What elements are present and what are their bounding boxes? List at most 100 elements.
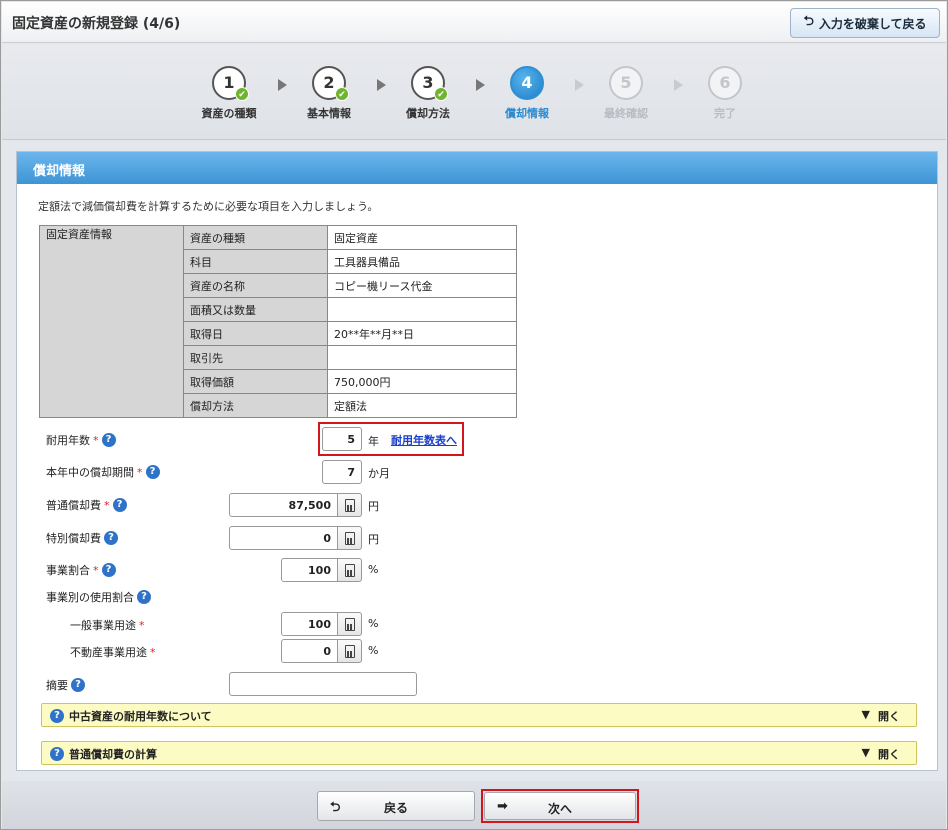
row-key: 取得日 (183, 321, 328, 346)
memo-input[interactable] (229, 672, 417, 696)
realestate-business-input[interactable] (281, 639, 338, 663)
special-depreciation-label: 特別償却費 ? (46, 530, 118, 546)
accordion-used-asset-life[interactable]: ? 中古資産の耐用年数について ▼ 開く (41, 703, 917, 727)
general-business-label: 一般事業用途 * (70, 618, 145, 633)
accordion-open-toggle[interactable]: ▼ 開く (862, 708, 900, 724)
calculator-icon (344, 644, 355, 658)
required-mark: * (93, 563, 99, 577)
step-number: 1 ✔ (212, 66, 249, 101)
row-value (327, 297, 517, 322)
row-value: コピー機リース代金 (327, 273, 517, 298)
useful-life-table-link[interactable]: 耐用年数表へ (391, 432, 457, 448)
memo-label: 摘要 ? (46, 677, 85, 693)
triangle-down-icon: ▼ (861, 746, 870, 759)
depreciation-panel: 償却情報 定額法で減価償却費を計算するために必要な項目を入力しましょう。 固定資… (16, 151, 938, 771)
step-6: 6 完了 (680, 66, 770, 121)
panel-title: 償却情報 (17, 152, 937, 184)
intro-text: 定額法で減価償却費を計算するために必要な項目を入力しましょう。 (38, 200, 379, 213)
normal-depreciation-unit: 円 (368, 500, 379, 513)
months-label: 本年中の償却期間 * ? (46, 464, 160, 480)
help-icon[interactable]: ? (112, 498, 127, 512)
general-business-unit: % (368, 617, 379, 630)
business-ratio-unit: % (368, 563, 379, 576)
next-button[interactable]: ➡ 次へ (484, 792, 636, 820)
app-window: 固定資産の新規登録 (4/6) ⮌ 入力を破棄して戻る 1 ✔ 資産の種類 2 ✔ … (0, 0, 948, 830)
useful-life-input[interactable] (322, 427, 362, 451)
accordion-title: 中古資産の耐用年数について (69, 710, 212, 723)
months-input[interactable] (322, 460, 362, 484)
realestate-business-unit: % (368, 644, 379, 657)
help-icon[interactable]: ? (101, 563, 116, 577)
usage-ratio-label: 事業別の使用割合 ? (46, 589, 151, 605)
required-mark: * (104, 498, 110, 512)
calculator-icon (344, 563, 355, 577)
help-icon: ? (50, 747, 64, 761)
back-button[interactable]: ⮌ 戻る (317, 791, 475, 821)
section-label: 固定資産情報 (39, 225, 184, 418)
row-key: 科目 (183, 249, 328, 274)
step-label: 償却方法 (406, 107, 450, 120)
step-label: 資産の種類 (201, 107, 257, 120)
check-icon: ✔ (434, 87, 448, 101)
calculator-button[interactable] (338, 612, 362, 636)
step-number: 6 (708, 66, 742, 100)
help-icon[interactable]: ? (145, 465, 160, 479)
calculator-button[interactable] (338, 493, 362, 517)
special-depreciation-input[interactable] (229, 526, 338, 550)
row-key: 面積又は数量 (183, 297, 328, 322)
step-4: 4 償却情報 (482, 66, 572, 121)
step-1: 1 ✔ 資産の種類 (184, 66, 274, 121)
accordion-normal-depreciation-calc[interactable]: ? 普通償却費の計算 ▼ 開く (41, 741, 917, 765)
asset-info-table: 固定資産情報 資産の種類 固定資産 科目 工具器具備品 資産の名称 コピー機リー… (39, 225, 517, 418)
page-title: 固定資産の新規登録 (4/6) (12, 16, 181, 32)
footer-bar: ⮌ 戻る ➡ 次へ (2, 781, 946, 829)
calculator-button[interactable] (338, 526, 362, 550)
useful-life-label: 耐用年数 * ? (46, 432, 116, 448)
required-mark: * (137, 465, 143, 479)
step-3: 3 ✔ 償却方法 (383, 66, 473, 121)
step-number: 2 ✔ (312, 66, 349, 101)
step-indicator: 1 ✔ 資産の種類 2 ✔ 基本情報 3 ✔ 償却方法 4 償却情報 5 最終確認 6… (2, 44, 946, 140)
required-mark: * (150, 645, 156, 659)
header: 固定資産の新規登録 (4/6) ⮌ 入力を破棄して戻る (2, 2, 946, 43)
calculator-icon (344, 531, 355, 545)
step-2: 2 ✔ 基本情報 (284, 66, 374, 121)
row-key: 取得価額 (183, 369, 328, 394)
step-number: 3 ✔ (411, 66, 448, 101)
discard-and-return-button[interactable]: ⮌ 入力を破棄して戻る (790, 8, 940, 38)
check-icon: ✔ (235, 87, 249, 101)
calculator-icon (344, 498, 355, 512)
business-ratio-label: 事業割合 * ? (46, 562, 116, 578)
general-business-input[interactable] (281, 612, 338, 636)
useful-life-unit: 年 (368, 435, 379, 448)
row-key: 資産の名称 (183, 273, 328, 298)
help-icon[interactable]: ? (101, 433, 116, 447)
required-mark: * (139, 618, 145, 632)
normal-depreciation-input[interactable] (229, 493, 338, 517)
row-value: 工具器具備品 (327, 249, 517, 274)
realestate-business-label: 不動産事業用途 * (70, 645, 156, 660)
step-number: 5 (609, 66, 643, 100)
step-label: 償却情報 (505, 107, 549, 120)
help-icon[interactable]: ? (104, 531, 118, 545)
months-unit: か月 (368, 467, 390, 480)
triangle-down-icon: ▼ (861, 708, 870, 721)
business-ratio-input[interactable] (281, 558, 338, 582)
discard-button-label: 入力を破棄して戻る (818, 16, 927, 31)
help-icon[interactable]: ? (71, 678, 85, 692)
help-icon[interactable]: ? (137, 590, 151, 604)
calculator-button[interactable] (338, 639, 362, 663)
help-icon: ? (50, 709, 64, 723)
row-value: 750,000円 (327, 369, 517, 394)
calculator-button[interactable] (338, 558, 362, 582)
accordion-open-toggle[interactable]: ▼ 開く (862, 746, 900, 762)
table-row: 固定資産情報 資産の種類 固定資産 (39, 225, 517, 418)
row-value: 20**年**月**日 (327, 321, 517, 346)
normal-depreciation-label: 普通償却費 * ? (46, 497, 127, 513)
step-number: 4 (510, 66, 544, 100)
step-label: 最終確認 (604, 107, 648, 120)
return-arrow-icon: ⮌ (803, 14, 814, 29)
row-key: 資産の種類 (183, 225, 328, 250)
step-5: 5 最終確認 (581, 66, 671, 121)
calculator-icon (344, 617, 355, 631)
